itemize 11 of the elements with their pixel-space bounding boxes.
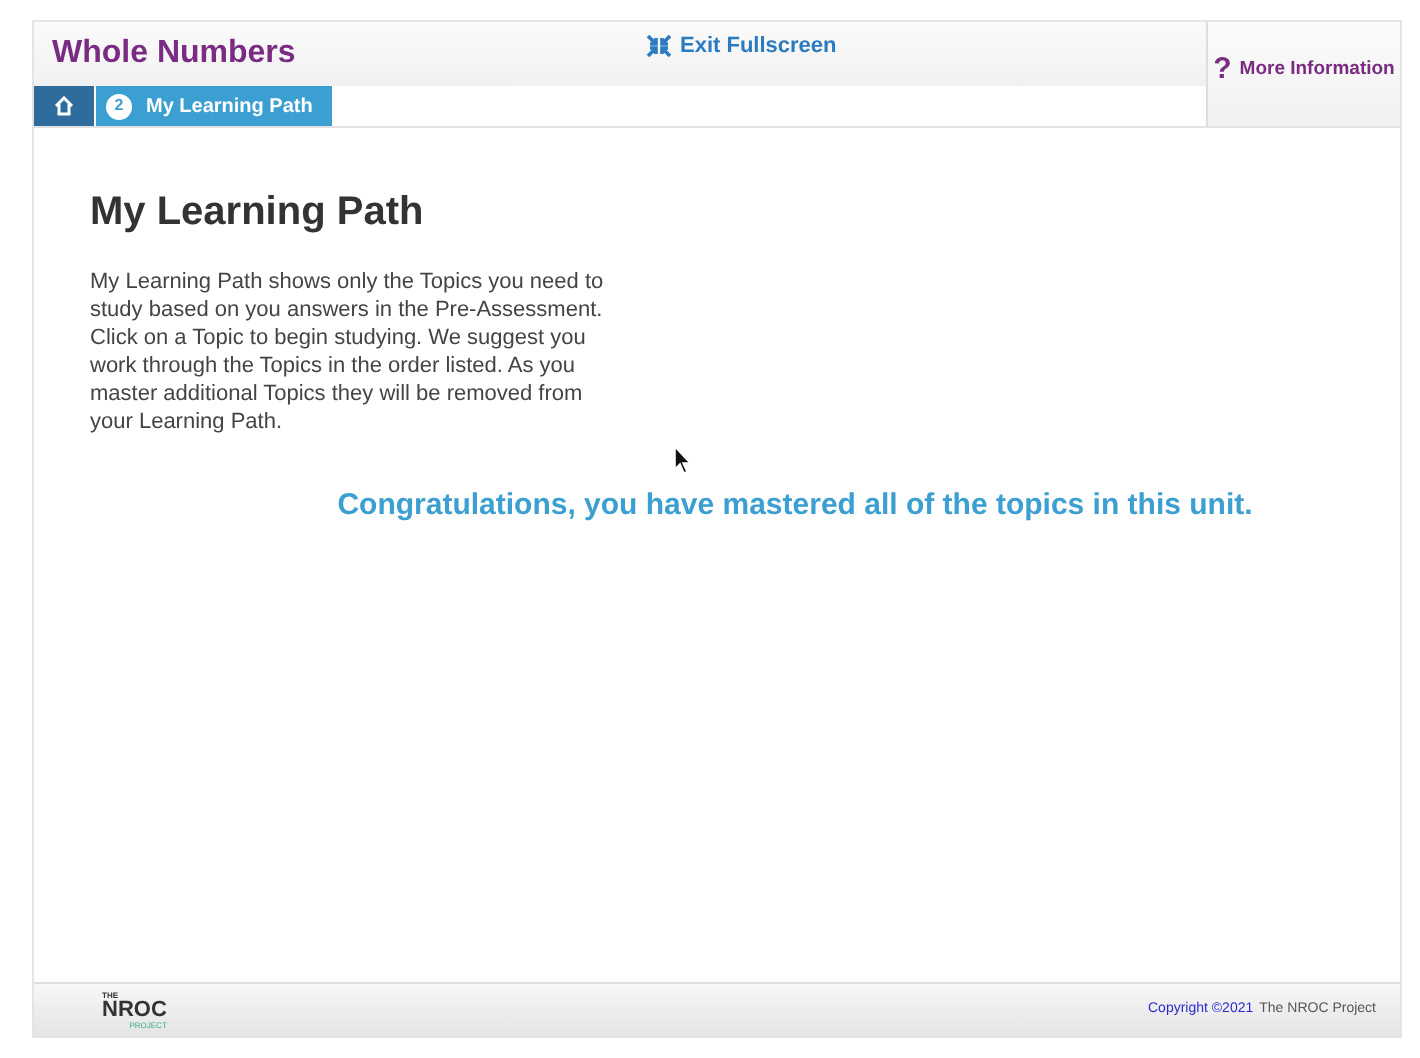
description-text: My Learning Path shows only the Topics you need to study based on you answers in the Pre-Assessment. Click on a Topic to begin studying. We suggest you work through the Topics in the order listed. As you master additional Topics they will be removed from your Learning Path. [90, 268, 606, 436]
app-title: Whole Numbers [52, 34, 296, 75]
collapse-arrows-icon [646, 34, 672, 59]
home-icon [54, 96, 74, 117]
page-heading: My Learning Path [90, 188, 426, 236]
more-information-link[interactable]: ? More Information [1206, 22, 1400, 126]
mouse-pointer-icon [674, 446, 692, 474]
home-button[interactable] [34, 86, 94, 126]
exit-fullscreen-link[interactable]: Exit Fullscreen [646, 30, 837, 63]
congratulations-message: Congratulations, you have mastered all of the topics in this unit. [335, 486, 1255, 526]
step-number-badge: 2 [106, 93, 132, 120]
